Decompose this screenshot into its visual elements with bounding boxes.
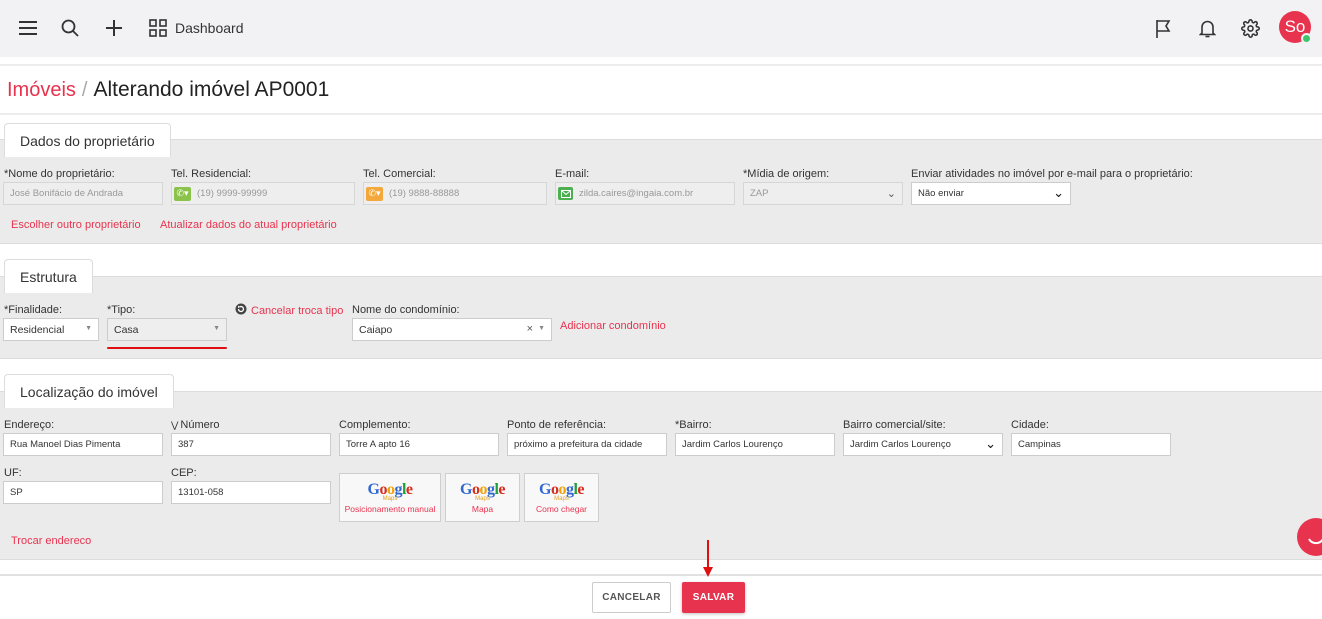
flag-icon[interactable]	[1153, 16, 1173, 40]
red-arrow-annotation	[702, 540, 714, 578]
condo-select[interactable]: Caiapo × ▼	[352, 318, 552, 341]
comm-district-value: Jardim Carlos Lourenço	[850, 439, 951, 450]
tel-res-placeholder: (19) 9999-99999	[197, 188, 268, 199]
divider	[0, 64, 1322, 66]
gear-icon[interactable]	[1240, 16, 1260, 40]
email-value: zilda.caires@ingaia.com.br	[579, 188, 694, 199]
email-label: E-mail:	[555, 168, 590, 180]
dashboard-grid-icon[interactable]	[148, 16, 168, 40]
cancel-type-label: Cancelar troca tipo	[251, 305, 344, 317]
comm-district-label: Bairro comercial/site:	[843, 419, 946, 431]
purpose-select[interactable]: Residencial ▼	[3, 318, 99, 341]
cancel-type-change[interactable]: Cancelar troca tipo	[235, 302, 343, 320]
divider	[0, 113, 1322, 115]
dashboard-link[interactable]: Dashboard	[175, 20, 244, 36]
district-field[interactable]: Jardim Carlos Lourenço	[675, 433, 835, 456]
clear-icon[interactable]: ×	[527, 323, 533, 335]
tab-location: Localização do imóvel	[4, 374, 174, 408]
add-condo-link[interactable]: Adicionar condomínio	[560, 320, 666, 332]
plus-icon[interactable]	[104, 16, 124, 40]
type-label: *Tipo:	[107, 304, 136, 316]
tel-com-label: Tel. Comercial:	[363, 168, 436, 180]
complement-field[interactable]: Torre A apto 16	[339, 433, 499, 456]
chevron-down-icon: ⌄	[985, 436, 996, 451]
maps-sublabel: Maps	[475, 495, 490, 502]
district-label: *Bairro:	[675, 419, 712, 431]
type-select[interactable]: Casa ▼	[107, 318, 227, 341]
cancel-button[interactable]: CANCELAR	[592, 582, 671, 613]
cep-label: CEP:	[171, 467, 197, 479]
number-label-wrap: ⋁ Número	[171, 419, 220, 431]
purpose-value: Residencial	[10, 323, 65, 336]
tel-res-label: Tel. Residencial:	[171, 168, 252, 180]
tel-com-placeholder: (19) 9888-88888	[389, 188, 460, 199]
tab-structure: Estrutura	[4, 259, 93, 293]
type-value: Casa	[114, 323, 139, 336]
location-section	[0, 391, 1322, 560]
address-field[interactable]: Rua Manoel Dias Pimenta	[3, 433, 163, 456]
double-chevron-icon: ⋁	[171, 419, 179, 430]
send-email-label: Enviar atividades no imóvel por e-mail p…	[911, 168, 1193, 180]
reference-field[interactable]: próximo a prefeitura da cidade	[507, 433, 667, 456]
reference-label: Ponto de referência:	[507, 419, 607, 431]
address-label: Endereço:	[4, 419, 55, 431]
manual-position-label: Posicionamento manual	[344, 503, 436, 514]
uf-label: UF:	[4, 467, 22, 479]
online-status-dot	[1301, 33, 1312, 44]
owner-name-field[interactable]: José Bonifácio de Andrada	[3, 182, 163, 205]
tel-res-field[interactable]: ✆▾ (19) 9999-99999	[171, 182, 355, 205]
phone-icon[interactable]: ✆▾	[366, 186, 383, 201]
change-address-link[interactable]: Trocar endereco	[11, 535, 91, 547]
tab-owner-data: Dados do proprietário	[4, 123, 171, 157]
media-label: *Mídia de origem:	[743, 168, 830, 180]
breadcrumb-link-imoveis[interactable]: Imóveis	[7, 79, 76, 102]
chat-icon	[1308, 538, 1322, 545]
chevron-down-icon: ⌄	[886, 188, 896, 200]
number-label: Número	[180, 419, 220, 431]
condo-value: Caiapo	[359, 323, 393, 336]
breadcrumb-separator: /	[81, 79, 88, 101]
page-title: Alterando imóvel AP0001	[93, 78, 330, 101]
undo-icon	[235, 302, 247, 320]
map-button[interactable]: Google Maps Mapa	[445, 473, 520, 522]
bell-icon[interactable]	[1197, 16, 1217, 40]
red-underline-annotation	[107, 347, 227, 349]
maps-sublabel: Maps	[554, 495, 569, 502]
choose-other-owner-link[interactable]: Escolher outro proprietário	[11, 219, 141, 231]
condo-label: Nome do condomínio:	[352, 304, 460, 316]
maps-sublabel: Maps	[382, 495, 398, 502]
email-field[interactable]: zilda.caires@ingaia.com.br	[555, 182, 735, 205]
top-bar: Dashboard So	[0, 0, 1322, 57]
media-value: ZAP	[750, 188, 769, 199]
uf-field[interactable]: SP	[3, 481, 163, 504]
chevron-down-icon: ⌄	[1053, 185, 1064, 200]
city-field[interactable]: Campinas	[1011, 433, 1171, 456]
city-label: Cidade:	[1011, 419, 1049, 431]
map-label: Mapa	[471, 503, 494, 514]
breadcrumb: Imóveis / Alterando imóvel AP0001	[7, 78, 329, 102]
cep-field[interactable]: 13101-058	[171, 481, 331, 504]
directions-label: Como chegar	[535, 503, 588, 514]
menu-icon[interactable]	[18, 16, 38, 40]
send-email-select[interactable]: Não enviar ⌄	[911, 182, 1071, 205]
caret-down-icon: ▼	[538, 325, 545, 332]
update-owner-link[interactable]: Atualizar dados do atual proprietário	[160, 219, 337, 231]
tel-com-field[interactable]: ✆▾ (19) 9888-88888	[363, 182, 547, 205]
caret-down-icon: ▼	[85, 325, 92, 332]
search-icon[interactable]	[60, 16, 80, 40]
comm-district-select[interactable]: Jardim Carlos Lourenço ⌄	[843, 433, 1003, 456]
caret-down-icon: ▼	[213, 325, 220, 332]
directions-button[interactable]: Google Maps Como chegar	[524, 473, 599, 522]
purpose-label: *Finalidade:	[4, 304, 63, 316]
media-select[interactable]: ZAP ⌄	[743, 182, 903, 205]
send-email-value: Não enviar	[918, 188, 964, 199]
manual-position-button[interactable]: Google Maps Posicionamento manual	[339, 473, 441, 522]
complement-label: Complemento:	[339, 419, 411, 431]
mail-icon	[558, 187, 573, 200]
owner-name-label: *Nome do proprietário:	[4, 168, 115, 180]
chat-widget-button[interactable]	[1297, 518, 1322, 556]
save-button[interactable]: SALVAR	[682, 582, 745, 613]
number-field[interactable]: 387	[171, 433, 331, 456]
phone-icon[interactable]: ✆▾	[174, 186, 191, 201]
